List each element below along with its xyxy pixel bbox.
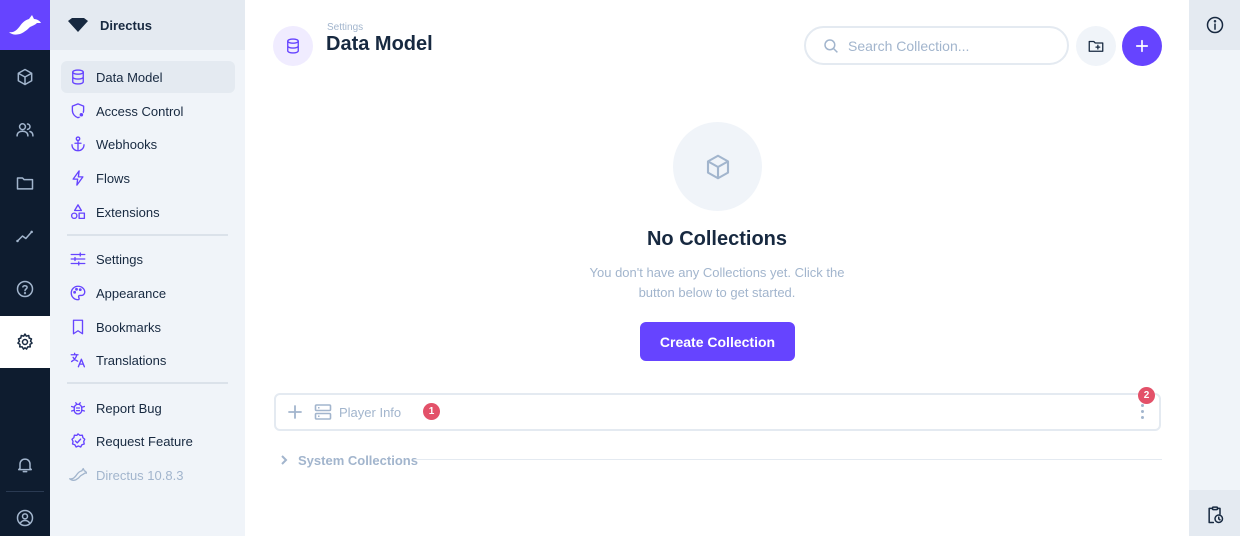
- breadcrumb[interactable]: Settings: [327, 22, 363, 33]
- empty-state-text: You don't have any Collections yet. Clic…: [589, 265, 845, 300]
- module-content[interactable]: [0, 51, 50, 103]
- nav-label: Translations: [96, 352, 167, 368]
- category-icon: [70, 204, 86, 220]
- nav-label: Appearance: [96, 285, 167, 301]
- search-input[interactable]: [848, 37, 1048, 54]
- system-collections-label: System Collections: [298, 452, 418, 468]
- collection-row[interactable]: Player Info 1: [274, 393, 1161, 431]
- create-collection-cta[interactable]: Create Collection: [640, 322, 795, 361]
- database-icon: [287, 38, 299, 54]
- translate-icon: [70, 352, 86, 368]
- create-folder-button[interactable]: [1076, 26, 1116, 66]
- bolt-icon: [72, 170, 84, 186]
- page-title: Data Model: [326, 33, 433, 55]
- nav-label: Webhooks: [96, 136, 158, 152]
- nav-item-translations[interactable]: Translations: [61, 344, 235, 376]
- search-icon: [824, 38, 838, 53]
- notifications-button[interactable]: [0, 439, 50, 491]
- nav-label: Access Control: [96, 103, 184, 119]
- nav-label: Extensions: [96, 204, 160, 220]
- user-account-button[interactable]: [0, 492, 50, 536]
- create-collection-button[interactable]: [1122, 26, 1162, 66]
- nav-item-extensions[interactable]: Extensions: [61, 196, 235, 228]
- account-circle-icon: [16, 509, 34, 527]
- box-icon: [706, 154, 729, 179]
- directus-rabbit-icon: [69, 467, 87, 481]
- module-insights[interactable]: [0, 210, 50, 262]
- module-files[interactable]: [0, 157, 50, 209]
- nav-item-flows[interactable]: Flows: [61, 162, 235, 194]
- nav-label: Bookmarks: [96, 319, 162, 335]
- version-label: Directus 10.8.3: [96, 467, 184, 483]
- anchor-icon: [71, 136, 85, 152]
- nav-label: Request Feature: [96, 433, 193, 449]
- nav-item-webhooks[interactable]: Webhooks: [61, 128, 235, 160]
- menu-badge: 2: [1138, 387, 1155, 404]
- gear-icon: [17, 333, 33, 350]
- sidebar-info-button[interactable]: [1189, 0, 1240, 50]
- nav-item-settings[interactable]: Settings: [61, 243, 235, 275]
- nav-item-access-control[interactable]: Access Control: [61, 95, 235, 127]
- collection-name: Player Info: [339, 405, 402, 420]
- pending-actions-icon: [1207, 506, 1223, 524]
- system-collections-divider: [414, 459, 1162, 460]
- nav-label: Flows: [96, 170, 130, 186]
- chevron-right-icon: [281, 455, 288, 465]
- rabbit-logo-icon: [9, 15, 41, 35]
- box-icon: [17, 68, 33, 86]
- sidebar-activity-button[interactable]: [1189, 490, 1240, 536]
- insights-icon: [16, 230, 33, 243]
- database-icon: [72, 69, 84, 85]
- add-icon[interactable]: [287, 404, 303, 420]
- project-name: Directus: [100, 17, 153, 33]
- project-header[interactable]: Directus: [50, 0, 245, 50]
- palette-icon: [70, 285, 86, 301]
- verified-icon: [71, 433, 86, 448]
- more-vert-icon[interactable]: [1138, 403, 1148, 421]
- bell-icon: [18, 458, 32, 473]
- add-icon: [1135, 39, 1149, 53]
- empty-state-title: No Collections: [646, 228, 787, 250]
- nav-divider: [67, 234, 228, 236]
- info-icon: [1206, 16, 1223, 34]
- tune-icon: [70, 252, 86, 266]
- users-icon: [16, 123, 34, 137]
- bug-icon: [70, 402, 86, 415]
- admin-shield-icon: [71, 103, 85, 119]
- notification-badge: 1: [423, 403, 440, 420]
- system-collections-toggle[interactable]: System Collections: [278, 452, 418, 468]
- nav-item-bookmarks[interactable]: Bookmarks: [61, 311, 235, 343]
- empty-state-icon: [673, 122, 762, 211]
- module-help[interactable]: [0, 263, 50, 315]
- nav-item-appearance[interactable]: Appearance: [61, 277, 235, 309]
- bookmark-icon: [72, 319, 84, 335]
- sidebar: [1189, 0, 1240, 536]
- module-user-directory[interactable]: [0, 104, 50, 156]
- folder-icon: [16, 177, 34, 190]
- directus-logo[interactable]: [0, 0, 50, 50]
- help-icon: [16, 280, 34, 298]
- module-bar: [0, 0, 50, 536]
- nav-item-report-bug[interactable]: Report Bug: [61, 392, 235, 424]
- navigation-panel: Directus Data Model Access Control Webho…: [50, 0, 245, 536]
- storage-icon: [314, 404, 332, 420]
- main-content: Settings Data Model No Collections You d…: [245, 0, 1189, 536]
- nav-label: Report Bug: [96, 400, 162, 416]
- page-icon: [273, 26, 313, 66]
- nav-item-data-model[interactable]: Data Model: [61, 61, 235, 93]
- module-settings[interactable]: [0, 316, 50, 368]
- project-logo-icon: [68, 18, 88, 32]
- nav-label: Settings: [96, 251, 143, 267]
- search-box[interactable]: [804, 26, 1069, 65]
- nav-divider: [67, 382, 228, 384]
- nav-label: Data Model: [96, 69, 163, 85]
- create-new-folder-icon: [1088, 40, 1104, 52]
- nav-item-version[interactable]: Directus 10.8.3: [61, 459, 235, 491]
- nav-item-request-feature[interactable]: Request Feature: [61, 425, 235, 457]
